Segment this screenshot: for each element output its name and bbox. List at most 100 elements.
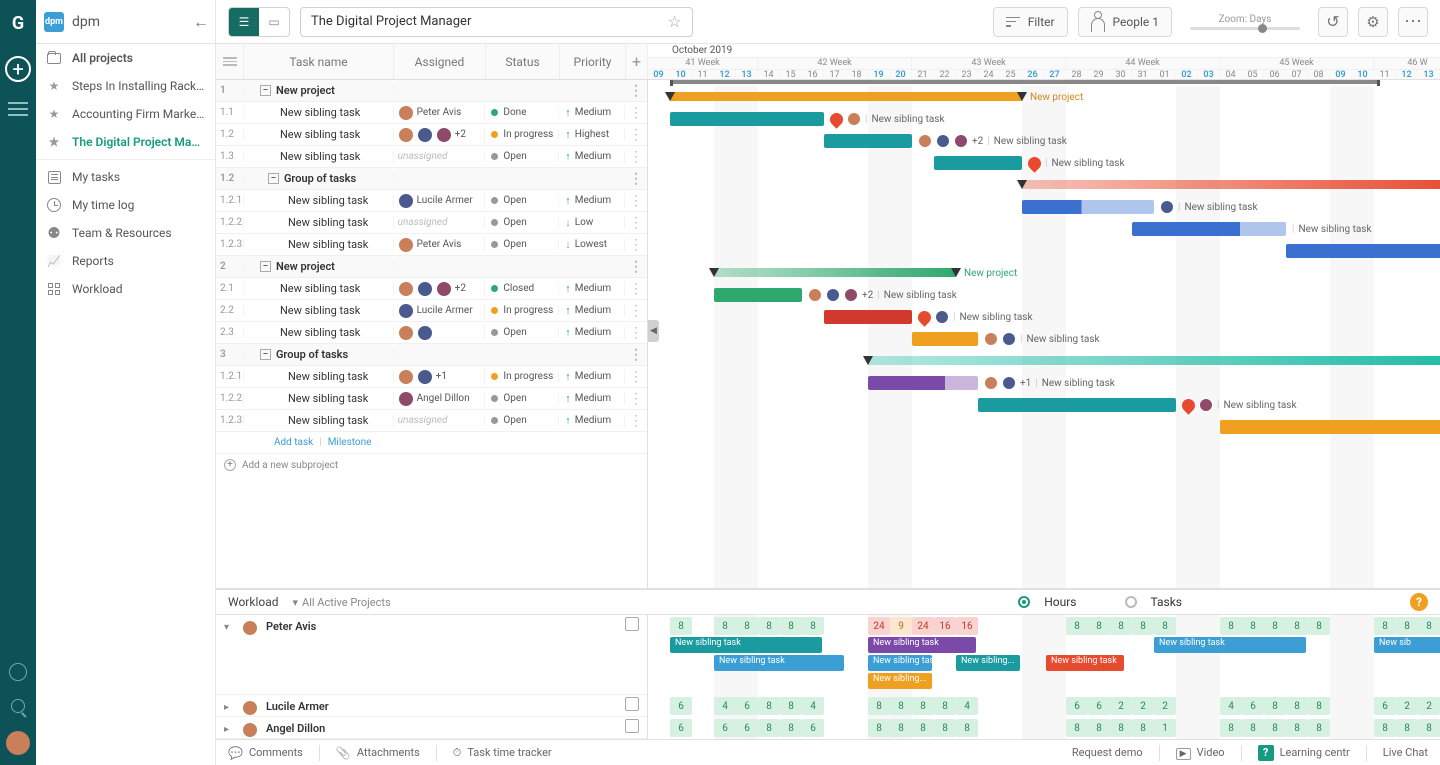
workload-person-row[interactable]: ▸Angel Dillon bbox=[216, 717, 647, 739]
task-row[interactable]: 1.1New sibling taskPeter AvisDone↑Medium… bbox=[216, 102, 647, 124]
workload-person-row[interactable]: ▸Lucile Armer bbox=[216, 695, 647, 717]
task-row[interactable]: 1.2New sibling task+2In progress↑Highest… bbox=[216, 124, 647, 146]
row-menu-icon[interactable]: ⋮ bbox=[625, 237, 647, 253]
status-column[interactable]: Status bbox=[486, 44, 560, 79]
row-menu-icon[interactable]: ⋮ bbox=[625, 413, 647, 429]
task-row[interactable]: 1.2.1New sibling taskLucile ArmerOpen↑Me… bbox=[216, 190, 647, 212]
nav-my-tasks[interactable]: My tasks bbox=[36, 163, 215, 191]
gantt-bar[interactable] bbox=[824, 310, 912, 324]
row-menu-icon[interactable]: ⋮ bbox=[625, 149, 647, 165]
workload-filter-dropdown[interactable]: ▾ All Active Projects bbox=[293, 596, 391, 609]
workload-task-bar[interactable]: New sibling task bbox=[868, 637, 976, 653]
row-menu-icon[interactable]: ⋮ bbox=[625, 303, 647, 319]
starred-project-0[interactable]: Steps In Installing Rack Mo... bbox=[36, 72, 215, 100]
task-row[interactable]: 2.3New sibling taskOpen↑Medium⋮ bbox=[216, 322, 647, 344]
gantt-bar[interactable] bbox=[978, 398, 1176, 412]
zoom-control[interactable]: Zoom: Days bbox=[1190, 14, 1300, 30]
gantt-bar[interactable] bbox=[912, 332, 978, 346]
settings-button[interactable] bbox=[1358, 7, 1388, 37]
row-menu-icon[interactable]: ⋮ bbox=[625, 83, 647, 99]
add-task-link[interactable]: Add task bbox=[274, 437, 313, 448]
task-row[interactable]: 1.2.3New sibling taskPeter AvisOpen↓Lowe… bbox=[216, 234, 647, 256]
workload-task-bar[interactable]: New sibling task bbox=[670, 637, 822, 653]
task-row[interactable]: 1.3New sibling taskunassignedOpen↑Medium… bbox=[216, 146, 647, 168]
expand-chevron-icon[interactable]: ▸ bbox=[224, 722, 234, 735]
nav-my-time-log[interactable]: My time log bbox=[36, 191, 215, 219]
row-menu-icon[interactable]: ⋮ bbox=[625, 215, 647, 231]
hours-radio[interactable] bbox=[1018, 596, 1030, 608]
expand-chevron-icon[interactable]: ▸ bbox=[224, 700, 234, 713]
gantt-chart[interactable]: New projectGroup of taskNew projectGroup… bbox=[648, 80, 1440, 588]
sidebar-collapse-icon[interactable]: ← bbox=[189, 10, 213, 34]
board-view-button[interactable]: ▭ bbox=[259, 8, 289, 36]
notifications-icon[interactable] bbox=[9, 663, 27, 681]
nav-team-resources[interactable]: Team & Resources bbox=[36, 219, 215, 247]
row-menu-icon[interactable]: ⋮ bbox=[625, 259, 647, 275]
gantt-view-button[interactable]: ☰ bbox=[229, 8, 259, 36]
more-menu-button[interactable] bbox=[1398, 7, 1428, 37]
workload-task-bar[interactable]: New sib bbox=[1374, 637, 1440, 653]
task-row[interactable]: 3−Group of tasks⋮ bbox=[216, 344, 647, 366]
collapse-toggle[interactable]: − bbox=[260, 85, 271, 96]
gantt-bar[interactable] bbox=[1132, 222, 1286, 236]
wbs-column-header[interactable] bbox=[216, 44, 244, 79]
gantt-bar[interactable] bbox=[1220, 420, 1440, 434]
row-menu-icon[interactable]: ⋮ bbox=[625, 193, 647, 209]
collapse-toggle[interactable]: − bbox=[260, 349, 271, 360]
timeline-scrollbar[interactable] bbox=[670, 80, 1380, 84]
footer-learning[interactable]: ?Learning centr bbox=[1258, 745, 1350, 761]
add-subproject-button[interactable]: +Add a new subproject bbox=[216, 454, 647, 476]
footer-attachments[interactable]: Attachments bbox=[336, 746, 420, 760]
footer-video[interactable]: Video bbox=[1176, 746, 1225, 759]
gantt-bar[interactable] bbox=[1286, 244, 1440, 258]
collapse-toggle[interactable]: − bbox=[260, 261, 271, 272]
task-row[interactable]: 2.2New sibling taskLucile ArmerIn progre… bbox=[216, 300, 647, 322]
row-menu-icon[interactable]: ⋮ bbox=[625, 105, 647, 121]
assigned-column[interactable]: Assigned bbox=[394, 44, 486, 79]
nav-workload[interactable]: Workload bbox=[36, 275, 215, 303]
task-row[interactable]: 1.2.2New sibling taskAngel DillonOpen↑Me… bbox=[216, 388, 647, 410]
footer-chat[interactable]: Live Chat bbox=[1383, 746, 1428, 759]
filter-button[interactable]: Filter bbox=[993, 7, 1068, 37]
gantt-bar[interactable] bbox=[868, 376, 978, 390]
task-row[interactable]: 1.2−Group of tasks⋮ bbox=[216, 168, 647, 190]
favorite-star-icon[interactable] bbox=[667, 12, 681, 31]
zoom-slider[interactable] bbox=[1190, 27, 1300, 30]
footer-comments[interactable]: Comments bbox=[228, 746, 303, 760]
row-menu-icon[interactable]: ⋮ bbox=[625, 171, 647, 187]
starred-project-1[interactable]: Accounting Firm Marketing... bbox=[36, 100, 215, 128]
calendar-icon[interactable] bbox=[625, 697, 639, 711]
workload-task-bar[interactable]: New sibling... bbox=[868, 673, 932, 689]
gantt-bar[interactable] bbox=[670, 112, 824, 126]
gantt-bar[interactable] bbox=[824, 134, 912, 148]
row-menu-icon[interactable]: ⋮ bbox=[625, 127, 647, 143]
task-name-column[interactable]: Task name bbox=[244, 44, 394, 79]
expand-chevron-icon[interactable]: ▾ bbox=[224, 620, 234, 633]
search-icon[interactable] bbox=[11, 699, 25, 713]
row-menu-icon[interactable]: ⋮ bbox=[625, 369, 647, 385]
add-milestone-link[interactable]: Milestone bbox=[328, 437, 372, 448]
collapse-toggle[interactable]: − bbox=[268, 173, 279, 184]
footer-tracker[interactable]: ⏱Task time tracker bbox=[453, 746, 552, 760]
workload-task-bar[interactable]: New sibling task bbox=[1046, 655, 1124, 671]
workload-person-row[interactable]: ▾Peter Avis bbox=[216, 615, 647, 695]
nav-all-projects[interactable]: All projects bbox=[36, 44, 215, 72]
calendar-icon[interactable] bbox=[625, 719, 639, 733]
task-row[interactable]: 1.2.2New sibling taskunassignedOpen↓Low⋮ bbox=[216, 212, 647, 234]
task-row[interactable]: 1.2.3New sibling taskunassignedOpen↑Medi… bbox=[216, 410, 647, 432]
workload-task-bar[interactable]: New sibling task bbox=[868, 655, 932, 671]
starred-project-active[interactable]: The Digital Project Manage... bbox=[36, 128, 215, 156]
calendar-icon[interactable] bbox=[625, 617, 639, 631]
workload-task-bar[interactable]: New sibling... bbox=[956, 655, 1020, 671]
workload-task-bar[interactable]: New sibling task bbox=[1154, 637, 1306, 653]
task-row[interactable]: 1−New project⋮ bbox=[216, 80, 647, 102]
help-icon[interactable]: ? bbox=[1410, 593, 1428, 611]
profile-avatar[interactable] bbox=[6, 731, 30, 755]
row-menu-icon[interactable]: ⋮ bbox=[625, 391, 647, 407]
gantt-bar[interactable] bbox=[1022, 200, 1154, 214]
gantt-bar[interactable] bbox=[934, 156, 1022, 170]
workload-task-bar[interactable]: New sibling task bbox=[714, 655, 844, 671]
row-menu-icon[interactable]: ⋮ bbox=[625, 325, 647, 341]
tasks-radio[interactable] bbox=[1125, 596, 1137, 608]
grid-collapse-handle[interactable]: ◀ bbox=[648, 320, 659, 342]
